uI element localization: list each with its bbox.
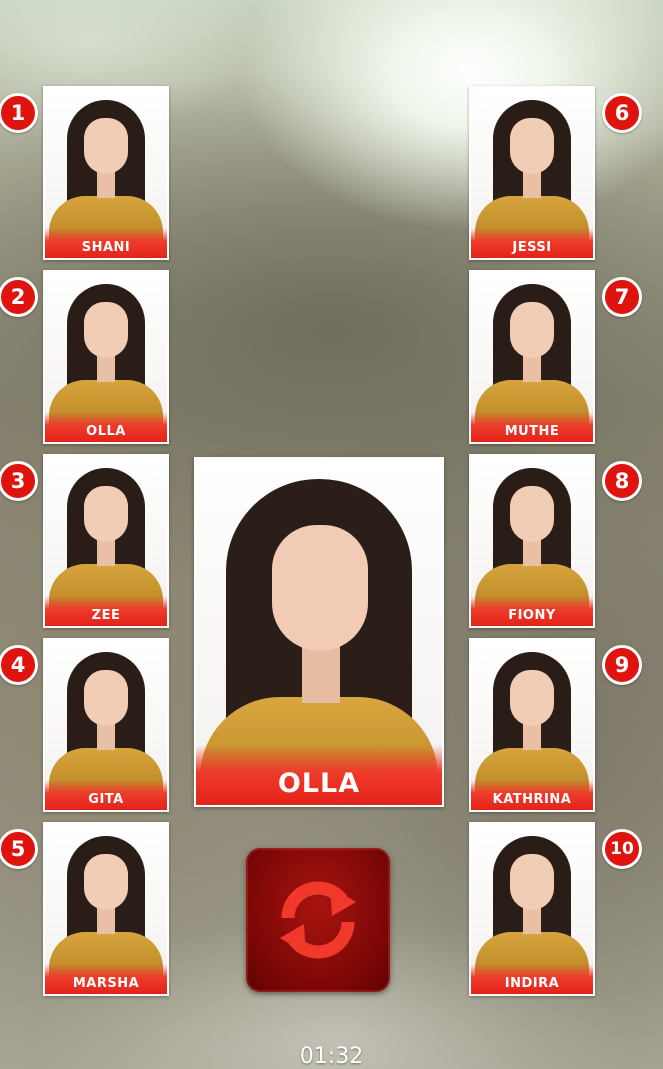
rank-badge-8: 8: [602, 461, 642, 501]
member-name: JESSI: [512, 240, 552, 255]
member-card-kathrina[interactable]: KATHRINA: [469, 638, 595, 812]
member-card-muthe[interactable]: MUTHE: [469, 270, 595, 444]
rank-badge-7: 7: [602, 277, 642, 317]
timer: 01:32: [299, 1044, 364, 1069]
rank-badge-2: 2: [0, 277, 38, 317]
rank-badge-5: 5: [0, 829, 38, 869]
rank-badge-3: 3: [0, 461, 38, 501]
member-nameplate: MARSHA: [45, 964, 167, 994]
member-nameplate: KATHRINA: [471, 780, 593, 810]
member-card-shani[interactable]: SHANI: [43, 86, 169, 260]
rank-badge-6: 6: [602, 93, 642, 133]
member-card-jessi[interactable]: JESSI: [469, 86, 595, 260]
rank-badge-10: 10: [602, 829, 642, 869]
member-name: KATHRINA: [492, 792, 572, 807]
member-name: ZEE: [91, 608, 121, 623]
member-nameplate: MUTHE: [471, 412, 593, 442]
member-card-indira[interactable]: INDIRA: [469, 822, 595, 996]
member-nameplate: GITA: [45, 780, 167, 810]
member-nameplate: OLLA: [45, 412, 167, 442]
member-card-olla[interactable]: OLLA: [43, 270, 169, 444]
member-nameplate: FIONY: [471, 596, 593, 626]
member-name: GITA: [88, 792, 124, 807]
member-card-zee[interactable]: ZEE: [43, 454, 169, 628]
member-nameplate: ZEE: [45, 596, 167, 626]
member-name: MUTHE: [504, 424, 560, 439]
refresh-button[interactable]: [246, 848, 390, 992]
rank-badge-4: 4: [0, 645, 38, 685]
member-name: FIONY: [508, 608, 556, 623]
member-nameplate: SHANI: [45, 228, 167, 258]
current-member-name: OLLA: [277, 768, 361, 799]
member-name: OLLA: [86, 424, 126, 439]
member-card-fiony[interactable]: FIONY: [469, 454, 595, 628]
refresh-icon: [280, 881, 356, 959]
member-name: SHANI: [81, 240, 131, 255]
current-member-card: OLLA: [194, 457, 444, 807]
current-member-nameplate: OLLA: [196, 745, 442, 805]
member-name: INDIRA: [504, 976, 560, 991]
member-card-marsha[interactable]: MARSHA: [43, 822, 169, 996]
member-nameplate: JESSI: [471, 228, 593, 258]
member-name: MARSHA: [72, 976, 140, 991]
member-card-gita[interactable]: GITA: [43, 638, 169, 812]
rank-badge-1: 1: [0, 93, 38, 133]
rank-badge-9: 9: [602, 645, 642, 685]
member-nameplate: INDIRA: [471, 964, 593, 994]
